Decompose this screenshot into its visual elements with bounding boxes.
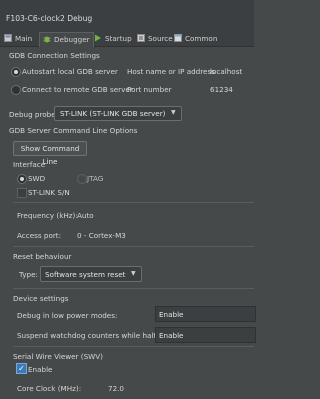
- low-power-value: Enable: [159, 310, 184, 319]
- tab-startup-label: Startup: [105, 34, 132, 43]
- swv-divider: [13, 346, 254, 347]
- reset-divider: [13, 246, 254, 247]
- stlink-sn-checkbox[interactable]: [17, 188, 27, 198]
- debug-probe-value: ST-LINK (ST-LINK GDB server): [60, 109, 166, 118]
- debug-configuration-window: F103-C6-clock2 Debug Main Debugger Start…: [0, 0, 256, 399]
- jtag-radio[interactable]: [77, 174, 87, 184]
- core-clock-field[interactable]: 72.0: [108, 384, 124, 393]
- startup-icon: [94, 33, 102, 42]
- swd-label[interactable]: SWD: [28, 174, 45, 183]
- jtag-label[interactable]: JTAG: [87, 174, 103, 183]
- chevron-down-icon: ▼: [171, 109, 176, 116]
- host-label: Host name or IP address: [127, 67, 215, 76]
- access-port-value[interactable]: 0 - Cortex-M3: [77, 231, 126, 240]
- device-title: Device settings: [13, 294, 69, 303]
- host-field[interactable]: localhost: [210, 67, 242, 76]
- watchdog-select[interactable]: Enable: [155, 327, 256, 343]
- debug-probe-label: Debug probe: [9, 110, 56, 119]
- reset-type-value: Software system reset: [45, 270, 126, 279]
- main-icon: [4, 33, 12, 42]
- reset-type-select[interactable]: Software system reset ▼: [40, 266, 142, 282]
- watchdog-value: Enable: [159, 331, 184, 340]
- swv-enable-checkbox[interactable]: ✓: [16, 363, 27, 374]
- gdb-connection-title: GDB Connection Settings: [9, 51, 100, 60]
- tab-main[interactable]: Main: [2, 32, 34, 46]
- port-field[interactable]: 61234: [210, 85, 233, 94]
- swd-radio[interactable]: [17, 174, 27, 184]
- swv-enable-label[interactable]: Enable: [28, 365, 52, 374]
- access-port-label: Access port:: [17, 231, 62, 240]
- tab-main-label: Main: [15, 34, 33, 43]
- tab-source-label: Source: [148, 34, 173, 43]
- debugger-icon: [43, 34, 51, 43]
- stlink-sn-label[interactable]: ST-LINK S/N: [28, 188, 70, 197]
- tab-debugger-label: Debugger: [54, 35, 90, 44]
- device-divider: [13, 288, 254, 289]
- tab-common-label: Common: [185, 34, 218, 43]
- frequency-label: Frequency (kHz):: [17, 211, 78, 220]
- check-icon: ✓: [18, 364, 25, 373]
- core-clock-label: Core Clock (MHz):: [17, 384, 82, 393]
- tab-startup[interactable]: Startup: [92, 32, 134, 46]
- autostart-radio[interactable]: [11, 67, 21, 77]
- source-icon: [137, 33, 145, 42]
- low-power-select[interactable]: Enable: [155, 306, 256, 322]
- remote-label[interactable]: Connect to remote GDB server: [22, 85, 133, 94]
- remote-radio[interactable]: [11, 85, 21, 95]
- port-label: Port number: [127, 85, 172, 94]
- low-power-label: Debug in low power modes:: [17, 311, 118, 320]
- window-title: F103-C6-clock2 Debug: [6, 14, 93, 23]
- tab-common[interactable]: Common: [172, 32, 219, 46]
- reset-title: Reset behaviour: [13, 252, 72, 261]
- common-icon: [174, 33, 182, 42]
- watchdog-label: Suspend watchdog counters while halted:: [17, 331, 168, 340]
- reset-type-label: Type:: [19, 270, 38, 279]
- swv-title: Serial Wire Viewer (SWV): [13, 352, 103, 361]
- show-command-line-button[interactable]: Show Command Line: [13, 141, 87, 166]
- debug-probe-select[interactable]: ST-LINK (ST-LINK GDB server) ▼: [54, 106, 182, 121]
- frequency-value[interactable]: Auto: [77, 211, 94, 220]
- chevron-down-icon: ▼: [131, 270, 136, 277]
- interface-divider: [13, 202, 254, 203]
- tab-debugger[interactable]: Debugger: [39, 32, 94, 47]
- interface-title: Interface: [13, 160, 46, 169]
- gdb-server-cmd-title: GDB Server Command Line Options: [9, 126, 138, 135]
- autostart-label[interactable]: Autostart local GDB server: [22, 67, 118, 76]
- tab-source[interactable]: Source: [135, 32, 175, 46]
